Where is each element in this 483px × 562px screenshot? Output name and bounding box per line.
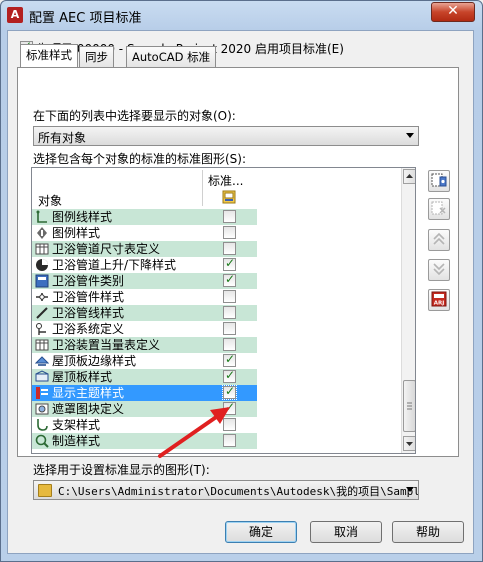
annotation-arrow <box>158 407 230 458</box>
